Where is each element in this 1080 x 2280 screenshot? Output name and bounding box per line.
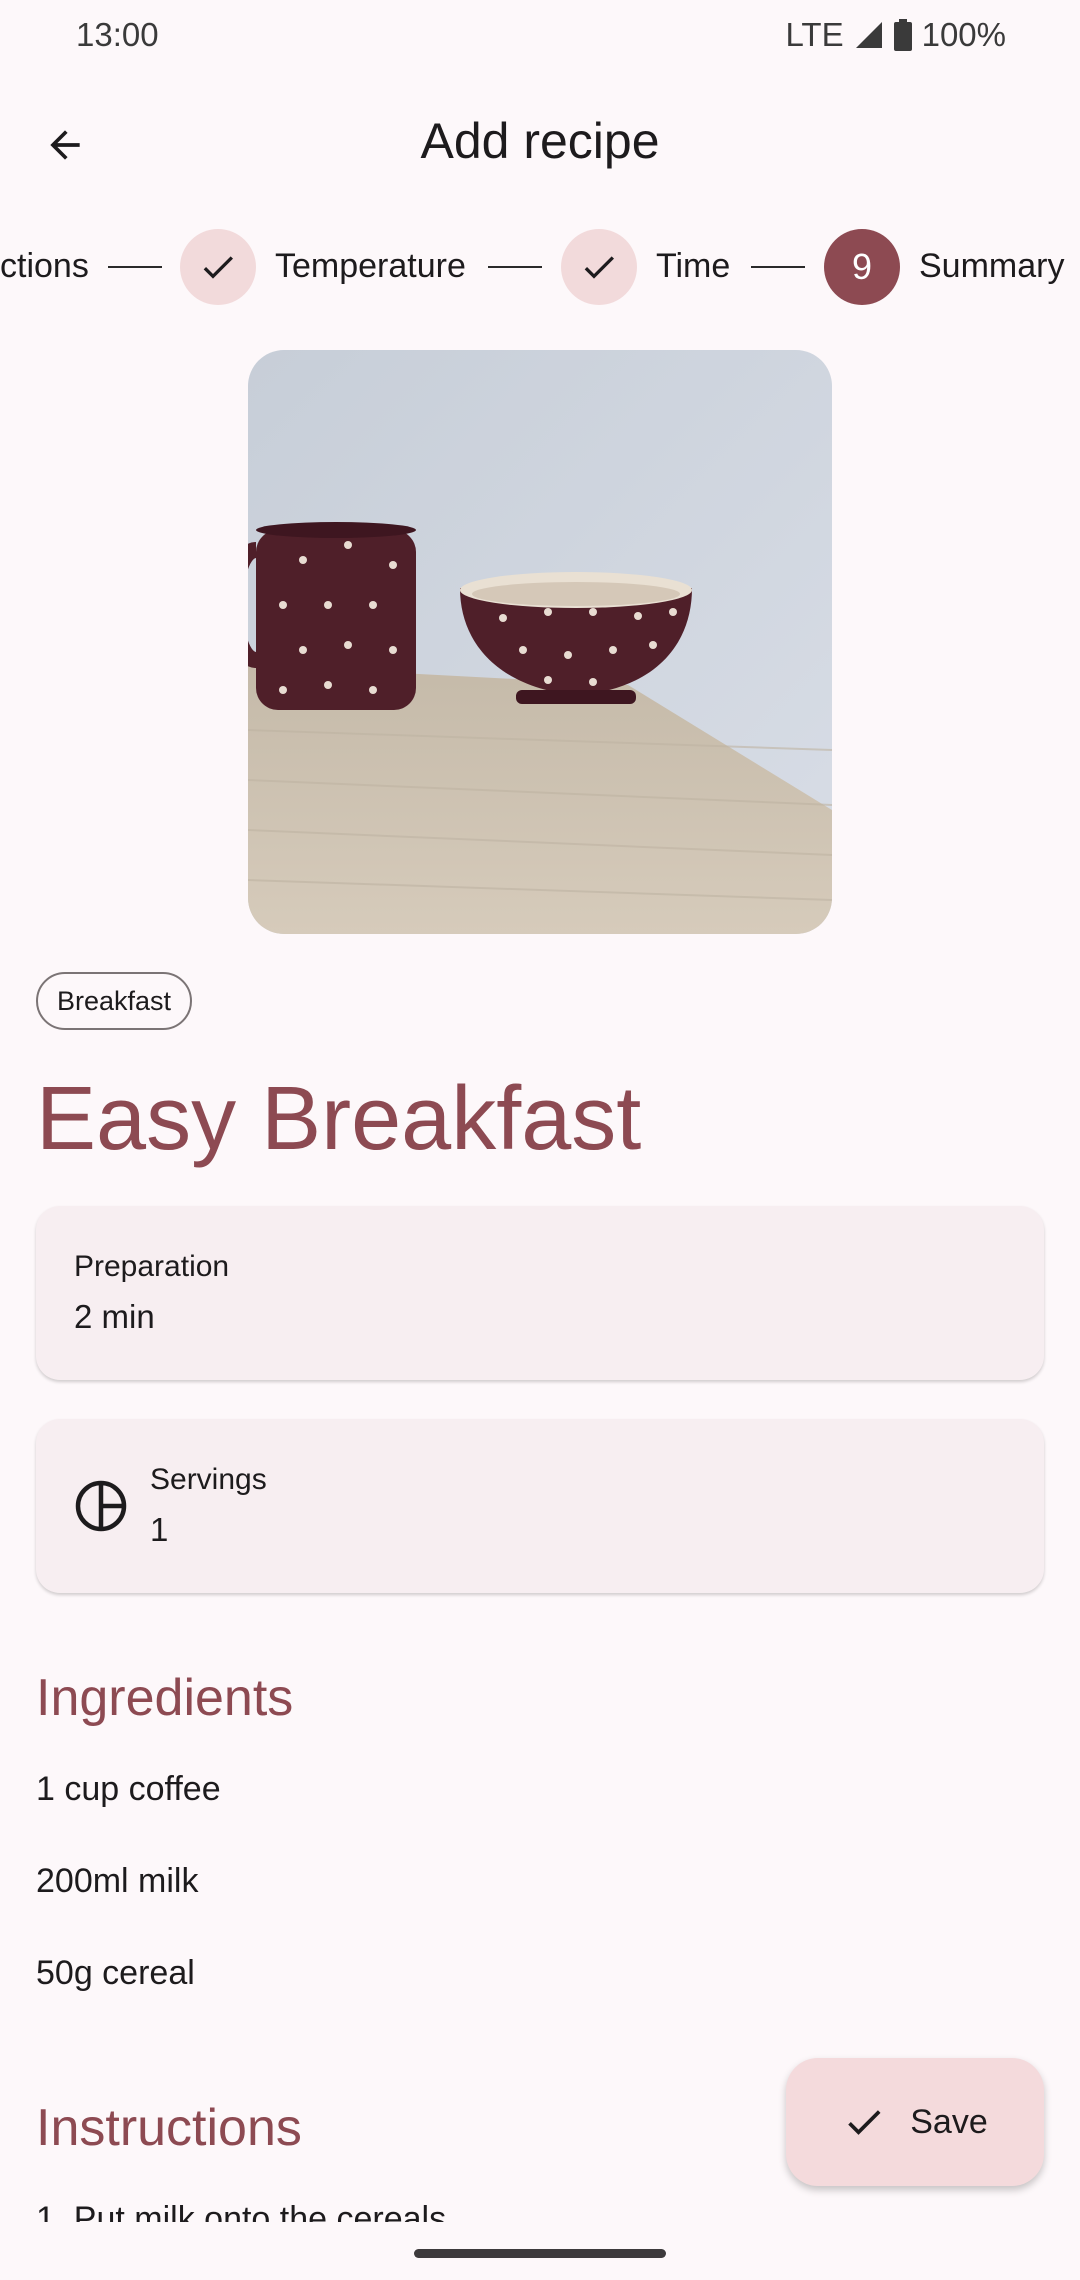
battery-icon (893, 19, 912, 51)
step-label-summary[interactable]: Summary (919, 247, 1064, 286)
ingredient-item: 50g cereal (36, 1954, 195, 1992)
instructions-title: Instructions (36, 2099, 302, 2157)
save-button[interactable]: Save (786, 2058, 1044, 2186)
check-icon (203, 256, 233, 279)
servings-value: 1 (150, 1511, 169, 1548)
ingredient-item: 1 cup coffee (36, 1770, 221, 1808)
category-chip[interactable]: Breakfast (36, 972, 193, 1030)
page-title: Add recipe (420, 113, 660, 169)
step-summary-indicator[interactable]: 9 (824, 229, 900, 305)
step-connector (488, 266, 542, 268)
check-icon (848, 2110, 881, 2135)
step-temperature-indicator[interactable] (180, 229, 256, 305)
preparation-card[interactable]: Preparation 2 min (36, 1206, 1044, 1380)
step-label-time[interactable]: Time (656, 247, 730, 286)
home-handle[interactable] (414, 2249, 666, 2258)
recipe-photo[interactable] (248, 350, 832, 934)
step-label-temperature[interactable]: Temperature (275, 247, 466, 286)
status-bar: 13:00 LTE 100% (0, 0, 1080, 72)
ingredients-title: Ingredients (36, 1669, 294, 1727)
battery-label: 100% (921, 16, 1006, 53)
screen: 13:00 LTE 100% Add recipe ctions Tempera… (0, 0, 1080, 2280)
pie-chart-icon (75, 1480, 127, 1532)
recipe-title: Easy Breakfast (36, 1069, 642, 1169)
navigation-bar (0, 2222, 1080, 2280)
top-app-bar: Add recipe (0, 100, 1080, 190)
ingredient-item: 200ml milk (36, 1862, 199, 1900)
servings-label: Servings (150, 1463, 267, 1496)
status-icons: LTE 100% (786, 16, 1006, 54)
preparation-label: Preparation (74, 1250, 230, 1283)
recipe-photo-image (248, 350, 832, 934)
preparation-value: 2 min (74, 1298, 155, 1335)
network-label: LTE (785, 16, 844, 53)
step-connector (108, 266, 162, 268)
signal-icon (855, 22, 882, 48)
check-icon (584, 256, 614, 279)
status-time: 13:00 (76, 16, 159, 53)
save-button-label: Save (910, 2102, 988, 2141)
step-connector (751, 266, 805, 268)
stepper: ctions Temperature Time 9 Summary (0, 225, 1080, 309)
step-time-indicator[interactable] (561, 229, 637, 305)
servings-card[interactable]: Servings 1 (36, 1419, 1044, 1593)
step-label-instructions[interactable]: ctions (0, 247, 89, 286)
